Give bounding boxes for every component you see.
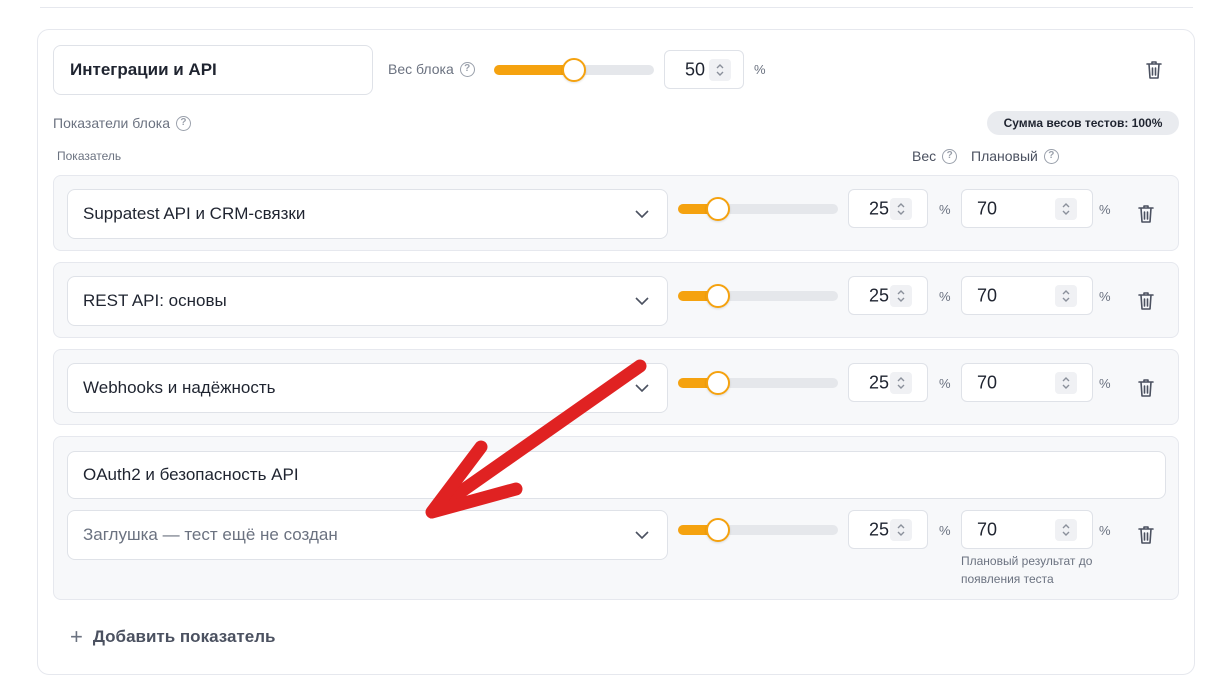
planned-result-input[interactable]: 70 — [961, 276, 1093, 315]
stepper-icon[interactable] — [1055, 284, 1077, 307]
block-weight-slider[interactable] — [494, 58, 654, 82]
planned-result-value: 70 — [977, 198, 998, 218]
indicator-weight-slider[interactable] — [678, 371, 838, 395]
indicator-weight-input[interactable]: 25 — [848, 276, 928, 315]
indicator-weight-value: 25 — [869, 285, 890, 305]
planned-result-value: 70 — [977, 372, 998, 392]
question-circle-icon[interactable]: ? — [1043, 148, 1059, 164]
planned-result-input[interactable]: 70 — [961, 510, 1093, 549]
block-weight-label-text: Вес блока — [388, 61, 454, 77]
chevron-down-icon — [635, 297, 649, 305]
trash-icon[interactable] — [1144, 59, 1164, 81]
question-circle-icon[interactable]: ? — [459, 61, 475, 77]
planned-result-value: 70 — [977, 519, 998, 539]
planned-percent-sign: % — [1099, 523, 1111, 538]
indicator-weight-value: 25 — [869, 519, 890, 539]
indicators-section-label-text: Показатели блока — [53, 115, 170, 131]
slider-handle[interactable] — [706, 371, 730, 395]
planned-result-input[interactable]: 70 — [961, 363, 1093, 402]
chevron-down-icon — [635, 531, 649, 539]
chevron-down-icon — [635, 210, 649, 218]
weight-percent-sign: % — [939, 523, 951, 538]
planned-percent-sign: % — [1099, 202, 1111, 217]
stepper-icon[interactable] — [1055, 197, 1077, 220]
indicator-weight-input[interactable]: 25 — [848, 510, 928, 549]
slider-handle[interactable] — [706, 518, 730, 542]
planned-result-input[interactable]: 70 — [961, 189, 1093, 228]
stepper-icon[interactable] — [1055, 518, 1077, 541]
column-header-indicator: Показатель — [57, 149, 122, 163]
test-select-value: Webhooks и надёжность — [83, 378, 276, 397]
indicators-section-label: Показатели блока ? — [53, 115, 191, 131]
indicator-weight-input[interactable]: 25 — [848, 189, 928, 228]
test-select[interactable]: REST API: основы — [67, 276, 668, 326]
planned-percent-sign: % — [1099, 376, 1111, 391]
block-name-input[interactable]: Интеграции и API — [53, 45, 373, 95]
test-select-placeholder: Заглушка — тест ещё не создан — [83, 525, 338, 544]
weight-percent-sign: % — [939, 202, 951, 217]
indicator-weight-value: 25 — [869, 198, 890, 218]
stepper-icon[interactable] — [890, 284, 912, 307]
column-header-planned-text: Плановый — [971, 148, 1038, 164]
column-header-weight-text: Вес — [912, 148, 937, 164]
test-select[interactable]: Заглушка — тест ещё не создан — [67, 510, 668, 560]
test-select-value: REST API: основы — [83, 291, 227, 310]
add-indicator-button[interactable]: + Добавить показатель — [70, 626, 275, 648]
question-circle-icon[interactable]: ? — [175, 115, 191, 131]
trash-icon[interactable] — [1136, 524, 1156, 546]
test-select-value: Suppatest API и CRM-связки — [83, 204, 306, 223]
question-circle-icon[interactable]: ? — [942, 148, 958, 164]
indicator-name-input[interactable]: OAuth2 и безопасность API — [67, 451, 1166, 499]
trash-icon[interactable] — [1136, 290, 1156, 312]
indicator-weight-input[interactable]: 25 — [848, 363, 928, 402]
slider-handle[interactable] — [562, 58, 586, 82]
plus-icon: + — [70, 624, 83, 649]
weights-sum-badge: Сумма весов тестов: 100% — [987, 111, 1179, 135]
planned-result-hint: Плановый результат до появления теста — [961, 554, 1093, 586]
stepper-icon[interactable] — [890, 518, 912, 541]
planned-percent-sign: % — [1099, 289, 1111, 304]
block-weight-input[interactable]: 50 — [664, 50, 744, 89]
stepper-icon[interactable] — [890, 371, 912, 394]
top-divider — [40, 7, 1193, 8]
indicator-weight-value: 25 — [869, 372, 890, 392]
weight-percent-sign: % — [939, 376, 951, 391]
add-indicator-label: Добавить показатель — [92, 627, 276, 646]
slider-handle[interactable] — [706, 197, 730, 221]
slider-handle[interactable] — [706, 284, 730, 308]
block-weight-value: 50 — [685, 59, 706, 79]
chevron-down-icon — [635, 384, 649, 392]
block-weight-label: Вес блока ? — [388, 61, 475, 77]
stepper-icon[interactable] — [709, 58, 731, 81]
column-header-planned: Плановый ? — [971, 148, 1059, 164]
indicator-weight-slider[interactable] — [678, 284, 838, 308]
test-select[interactable]: Webhooks и надёжность — [67, 363, 668, 413]
stepper-icon[interactable] — [890, 197, 912, 220]
planned-result-value: 70 — [977, 285, 998, 305]
test-select[interactable]: Suppatest API и CRM-связки — [67, 189, 668, 239]
indicator-weight-slider[interactable] — [678, 518, 838, 542]
stepper-icon[interactable] — [1055, 371, 1077, 394]
indicator-weight-slider[interactable] — [678, 197, 838, 221]
block-weight-percent: % — [754, 62, 766, 77]
weight-percent-sign: % — [939, 289, 951, 304]
trash-icon[interactable] — [1136, 203, 1156, 225]
column-header-weight: Вес ? — [912, 148, 958, 164]
trash-icon[interactable] — [1136, 377, 1156, 399]
